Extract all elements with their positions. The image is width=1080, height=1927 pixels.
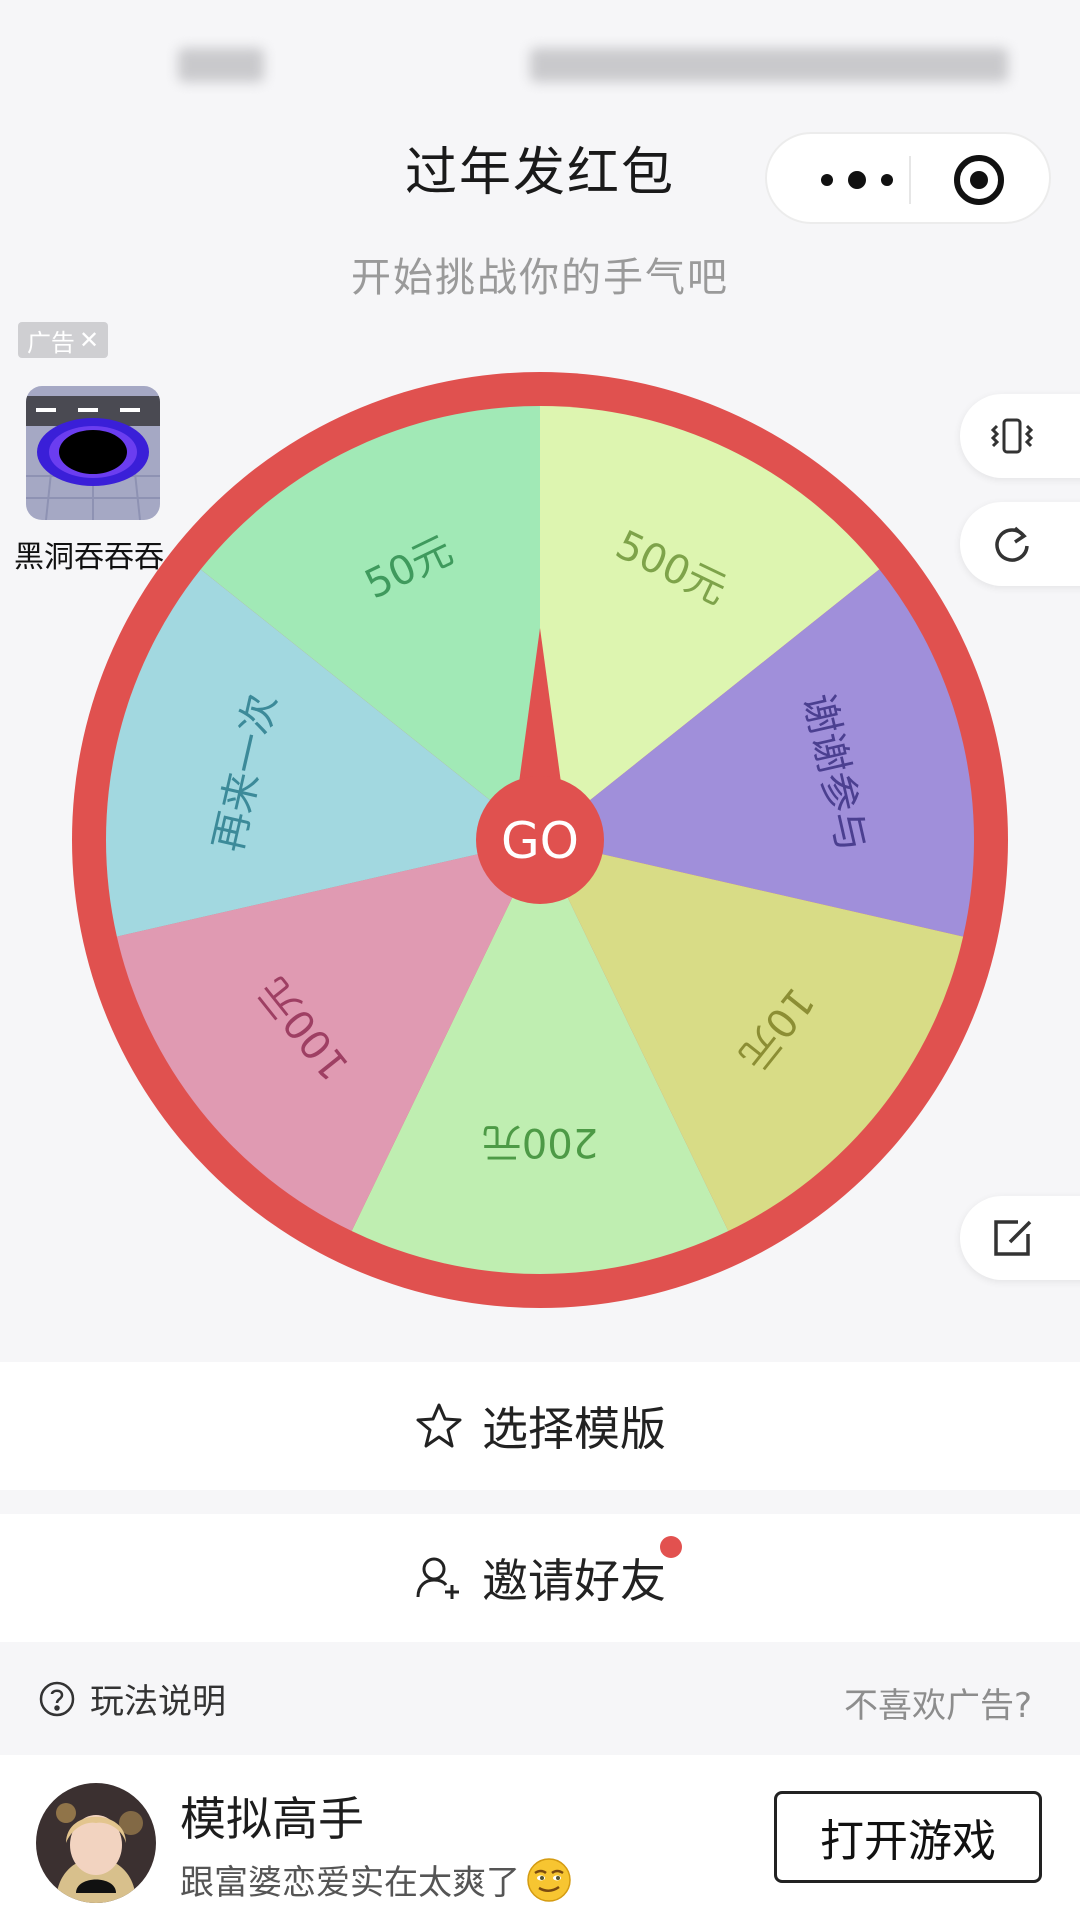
game-description: 跟富婆恋爱实在太爽了 (180, 1855, 572, 1904)
game-name: 模拟高手 (180, 1792, 364, 1846)
choose-template-button[interactable]: 选择模版 (0, 1362, 1080, 1490)
capsule-divider (909, 156, 911, 204)
ad-banner[interactable]: 模拟高手 跟富婆恋爱实在太爽了 打开游戏 (0, 1755, 1080, 1927)
smirk-emoji-icon (527, 1857, 571, 1902)
open-game-button[interactable]: 打开游戏 (774, 1791, 1042, 1883)
status-icons-blurred (530, 48, 1008, 82)
footer-links: 玩法说明 不喜欢广告? (0, 1642, 1080, 1752)
choose-template-label: 选择模版 (482, 1402, 666, 1456)
wheel-segment-label: 200元 (482, 1119, 598, 1165)
ad-close-icon[interactable]: ✕ (79, 326, 99, 354)
game-avatar (36, 1783, 156, 1903)
question-icon (39, 1681, 75, 1716)
invite-friends-button[interactable]: 邀请好友 (0, 1514, 1080, 1642)
add-user-icon (416, 1557, 459, 1599)
notification-dot (660, 1536, 682, 1558)
status-bar (0, 0, 1080, 130)
game-description-text: 跟富婆恋爱实在太爽了 (180, 1863, 520, 1903)
page-subtitle: 开始挑战你的手气吧 (351, 255, 729, 301)
help-link[interactable]: 玩法说明 (38, 1674, 226, 1723)
more-icon[interactable] (807, 158, 907, 202)
ad-tag[interactable]: 广告 ✕ (18, 322, 108, 358)
help-label: 玩法说明 (90, 1682, 226, 1722)
close-miniprogram-icon[interactable] (953, 154, 1005, 206)
prize-wheel[interactable]: 500元谢谢参与10元200元100元再来一次50元 GO (70, 370, 1010, 1310)
no-ads-link[interactable]: 不喜欢广告? (844, 1678, 1032, 1727)
invite-friends-label: 邀请好友 (482, 1554, 666, 1608)
miniprogram-capsule (765, 132, 1051, 224)
status-time-blurred (178, 48, 264, 82)
star-icon (416, 1403, 462, 1448)
ad-tag-label: 广告 (26, 328, 75, 357)
go-label: GO (501, 812, 579, 870)
